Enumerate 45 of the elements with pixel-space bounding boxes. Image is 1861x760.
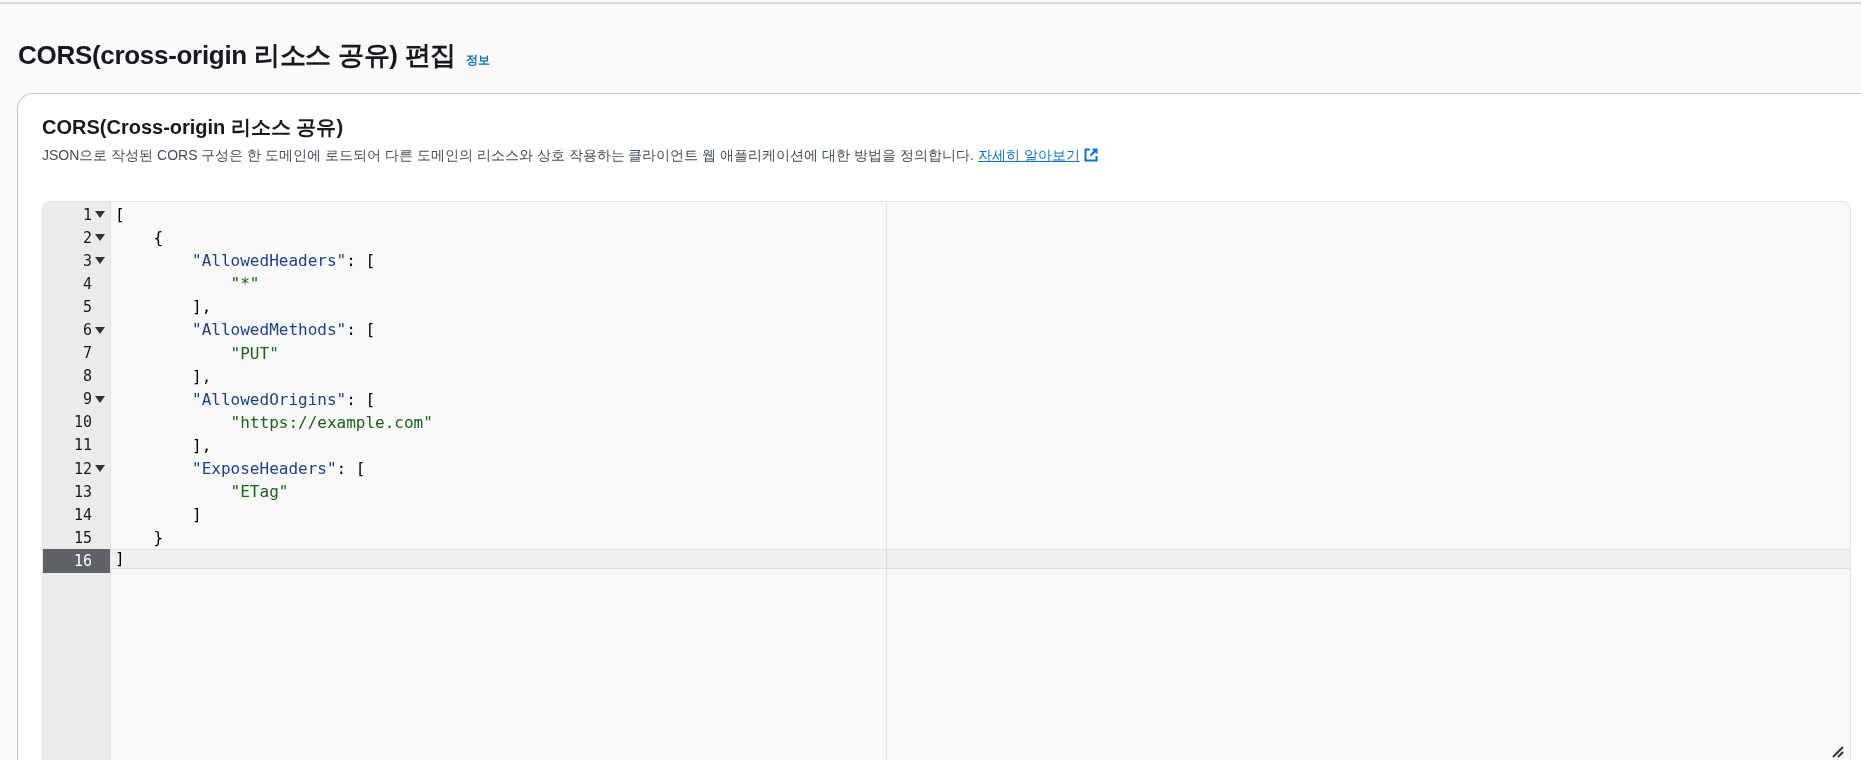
fold-caret-icon[interactable] (95, 257, 105, 265)
code-line: "AllowedMethods": [ (191, 319, 377, 342)
code-line: "AllowedHeaders": [ (191, 250, 377, 273)
line-number: 7 (82, 344, 92, 363)
external-link-icon (1083, 148, 1098, 162)
code-line: } (152, 527, 165, 550)
line-number: 2 (82, 228, 92, 247)
code-line: ], (191, 296, 213, 319)
panel-title: CORS(Cross-origin 리소스 공유) (42, 115, 345, 140)
code-editor[interactable]: 1 2 3 4 5 6 7 8 9 10 11 12 13 14 15 16 [ { "AllowedHeaders": [ "*" ], "AllowedMethods": [ "PUT" ], "AllowedOrigins": [ "https://example.com" ], "ExposeHeaders": [ "ETag" ] } ] (42, 201, 1851, 760)
line-number: 5 (82, 297, 92, 316)
code-line: "ExposeHeaders": [ (191, 458, 367, 481)
line-number: 13 (73, 482, 92, 501)
learn-more-link[interactable]: 자세히 알아보기 (977, 145, 1098, 165)
fold-caret-icon[interactable] (95, 326, 105, 334)
line-number: 10 (73, 413, 92, 432)
code-line: ] (191, 504, 203, 527)
code-line: "*" (229, 273, 261, 296)
line-number: 12 (73, 459, 92, 478)
code-line: "ETag" (229, 481, 290, 504)
line-number: 11 (73, 436, 92, 455)
line-number: 4 (82, 274, 92, 293)
line-number: 9 (82, 390, 92, 409)
fold-caret-icon[interactable] (95, 395, 105, 403)
code-line: "PUT" (229, 342, 280, 365)
page-title: CORS(cross-origin 리소스 공유) 편집 (18, 39, 456, 72)
code-line: { (152, 227, 165, 250)
line-number: 3 (82, 251, 92, 270)
code-line: "AllowedOrigins": [ (191, 388, 377, 411)
code-line: ], (191, 365, 213, 388)
panel-description: JSON으로 작성된 CORS 구성은 한 도메인에 로드되어 다른 도메인의 리소스와 상호 작용하는 클라이언트 웹 애플리케이션에 대한 방법을 정의합니다. (42, 147, 974, 163)
code-line: "https://example.com" (229, 411, 434, 434)
line-number: 14 (73, 505, 92, 524)
fold-caret-icon[interactable] (95, 234, 105, 242)
line-number: 6 (82, 321, 92, 339)
fold-caret-icon[interactable] (95, 211, 105, 219)
code-line: [ (114, 204, 126, 226)
fold-caret-icon[interactable] (95, 465, 105, 473)
info-link[interactable]: 정보 (465, 52, 490, 69)
line-number: 8 (82, 367, 92, 386)
line-number: 16 (73, 551, 92, 570)
resize-handle-icon[interactable] (1832, 746, 1844, 758)
line-number: 15 (73, 528, 92, 547)
line-number: 1 (82, 205, 92, 224)
code-line: ], (191, 434, 213, 457)
